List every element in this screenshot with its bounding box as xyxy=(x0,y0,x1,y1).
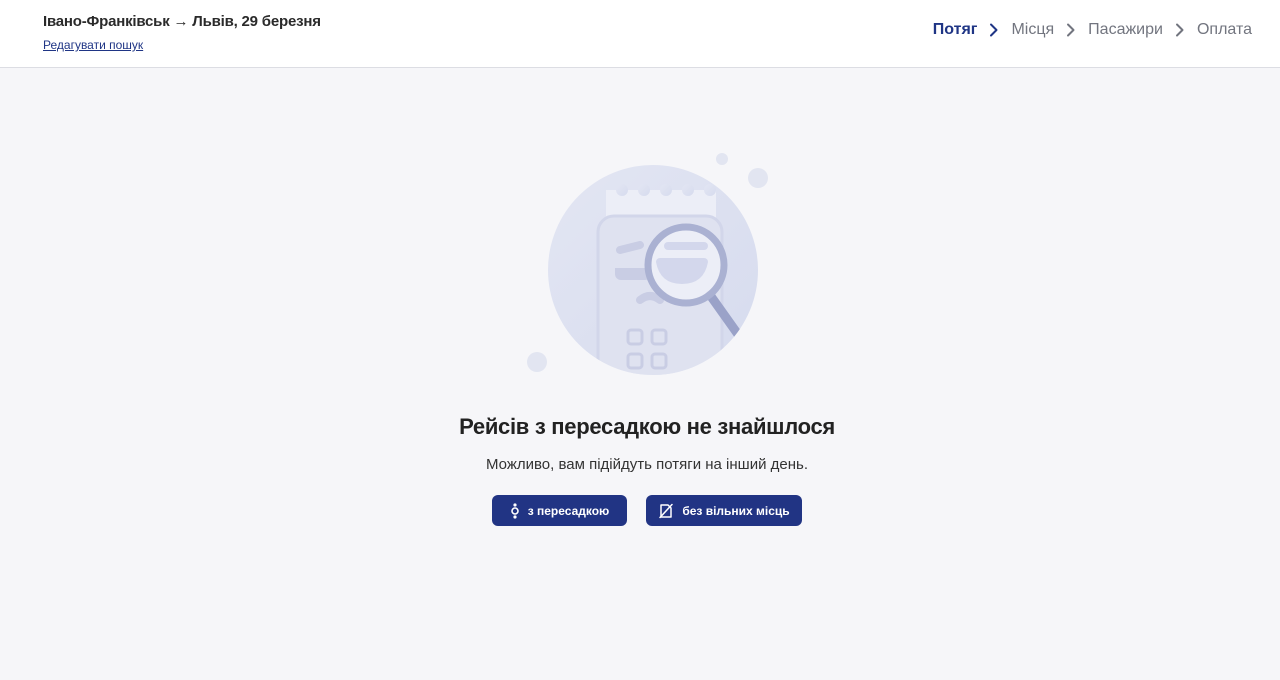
no-free-seats-button[interactable]: без вільних місць xyxy=(646,495,802,526)
header: Івано-Франківськ → Львів, 29 березня Ред… xyxy=(0,0,1280,68)
empty-state-title: Рейсів з пересадкою не знайшлося xyxy=(459,414,835,439)
no-seats-icon xyxy=(658,503,674,519)
step-payment[interactable]: Оплата xyxy=(1197,21,1252,39)
chevron-right-icon xyxy=(989,23,999,37)
step-seats[interactable]: Місця xyxy=(1011,21,1054,39)
booking-steps: Потяг Місця Пасажири Оплата xyxy=(933,21,1252,39)
step-passengers[interactable]: Пасажири xyxy=(1088,21,1163,39)
with-transfer-label: з пересадкою xyxy=(527,503,610,518)
ticket-search-icon xyxy=(520,150,780,380)
no-free-seats-label: без вільних місць xyxy=(682,503,790,518)
chevron-right-icon xyxy=(1175,23,1185,37)
edit-search-link[interactable]: Редагувати пошук xyxy=(43,38,143,52)
step-train[interactable]: Потяг xyxy=(933,21,978,39)
route-title: Івано-Франківськ → Львів, 29 березня xyxy=(43,13,321,30)
empty-state-subtitle: Можливо, вам підійдуть потяги на інший д… xyxy=(485,456,808,473)
chevron-right-icon xyxy=(1066,23,1076,37)
transfer-icon xyxy=(510,502,520,519)
with-transfer-button[interactable]: з пересадкою xyxy=(492,495,627,526)
